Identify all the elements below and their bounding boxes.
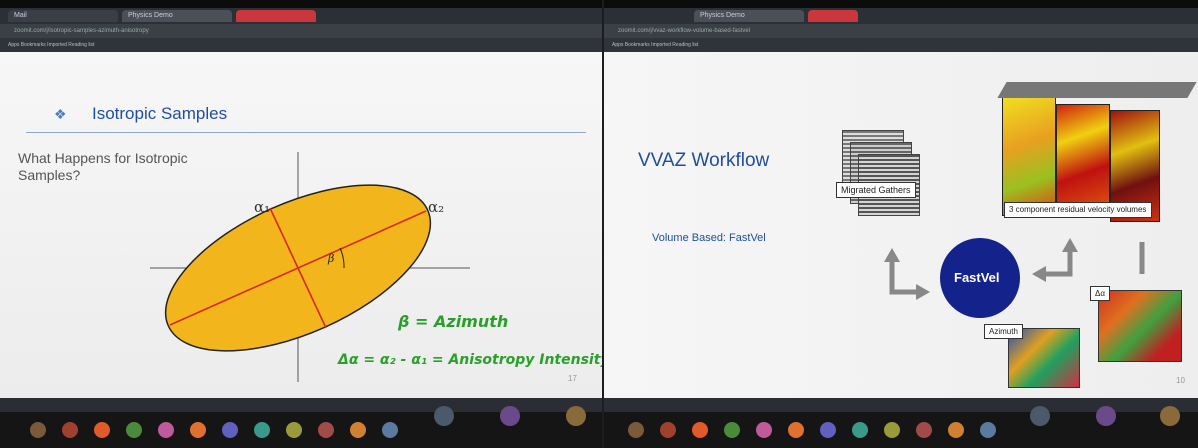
arrow-left-head: [884, 248, 900, 262]
participant-avatar[interactable]: [724, 422, 740, 438]
participant-avatar[interactable]: [1096, 406, 1116, 426]
delta-alpha-label: Δα: [1090, 286, 1110, 301]
participant-avatar[interactable]: [62, 422, 78, 438]
tab-mail[interactable]: Mail: [8, 10, 118, 22]
participant-avatar[interactable]: [190, 422, 206, 438]
participant-avatar[interactable]: [1030, 406, 1050, 426]
page-number: 17: [568, 374, 577, 383]
address-bar[interactable]: zoomit.com/j/vvaz-workflow-volume-based-…: [604, 24, 1198, 38]
tab-physics-demo[interactable]: Physics Demo: [122, 10, 232, 22]
arrow-left: [889, 258, 918, 295]
participant-avatar[interactable]: [350, 422, 366, 438]
arrow-right-head2: [1032, 266, 1046, 282]
participant-avatar[interactable]: [820, 422, 836, 438]
alpha1-label: α₁: [254, 198, 271, 216]
participant-avatar[interactable]: [222, 422, 238, 438]
participant-bar: [604, 406, 1198, 448]
participant-avatar[interactable]: [500, 406, 520, 426]
participant-avatar[interactable]: [660, 422, 676, 438]
participant-avatar[interactable]: [756, 422, 772, 438]
tab-bar: Mail Physics Demo: [0, 8, 602, 24]
slide-isotropic-samples: ❖ Isotropic Samples What Happens for Iso…: [0, 52, 602, 398]
ellipse-diagram: [150, 152, 470, 382]
tab-physics-demo[interactable]: Physics Demo: [694, 10, 804, 22]
participant-avatar[interactable]: [788, 422, 804, 438]
participant-avatar[interactable]: [566, 406, 586, 426]
slide-vvaz-workflow: VVAZ Workflow Volume Based: FastVel Migr…: [604, 52, 1198, 398]
page-number: 10: [1176, 376, 1185, 385]
participant-avatar[interactable]: [158, 422, 174, 438]
bookmarks-bar: Apps Bookmarks Imported Reading list: [604, 38, 1198, 52]
beta-label: β: [328, 252, 335, 265]
participant-avatar[interactable]: [286, 422, 302, 438]
delta-alpha-map: [1098, 290, 1182, 362]
tab-label: Mail: [14, 12, 27, 19]
participant-avatar[interactable]: [434, 406, 454, 426]
participant-avatar[interactable]: [318, 422, 334, 438]
participant-avatar[interactable]: [692, 422, 708, 438]
participant-avatar[interactable]: [382, 422, 398, 438]
left-screen: Mail Physics Demo zoomit.com/j/isotropic…: [0, 0, 602, 448]
participant-avatar[interactable]: [628, 422, 644, 438]
anisotropy-equation: Δα = α₂ - α₁ = Anisotropy Intensity: [338, 352, 602, 368]
participant-avatar[interactable]: [852, 422, 868, 438]
tab-bar: Physics Demo: [604, 8, 1198, 24]
arrow-right-head: [1062, 238, 1078, 252]
participant-avatar[interactable]: [94, 422, 110, 438]
participant-avatar[interactable]: [30, 422, 46, 438]
participant-avatar[interactable]: [916, 422, 932, 438]
participant-avatar[interactable]: [980, 422, 996, 438]
tab-label: Physics Demo: [700, 12, 745, 19]
alpha2-label: α₂: [428, 198, 445, 216]
tab-zoom[interactable]: [236, 10, 316, 22]
participant-avatar[interactable]: [884, 422, 900, 438]
address-bar[interactable]: zoomit.com/j/isotropic-samples-azimuth-a…: [0, 24, 602, 38]
bookmarks-bar: Apps Bookmarks Imported Reading list: [0, 38, 602, 52]
tab-zoom[interactable]: [808, 10, 858, 22]
participant-avatar[interactable]: [254, 422, 270, 438]
tab-label: Physics Demo: [128, 12, 173, 19]
arrow-left-head2: [916, 284, 930, 300]
participant-avatar[interactable]: [126, 422, 142, 438]
participant-avatar[interactable]: [948, 422, 964, 438]
azimuth-equation: β = Azimuth: [398, 312, 509, 331]
right-screen: Physics Demo zoomit.com/j/vvaz-workflow-…: [604, 0, 1198, 448]
participant-bar: [0, 406, 602, 448]
azimuth-label: Azimuth: [984, 324, 1023, 339]
participant-avatar[interactable]: [1160, 406, 1180, 426]
